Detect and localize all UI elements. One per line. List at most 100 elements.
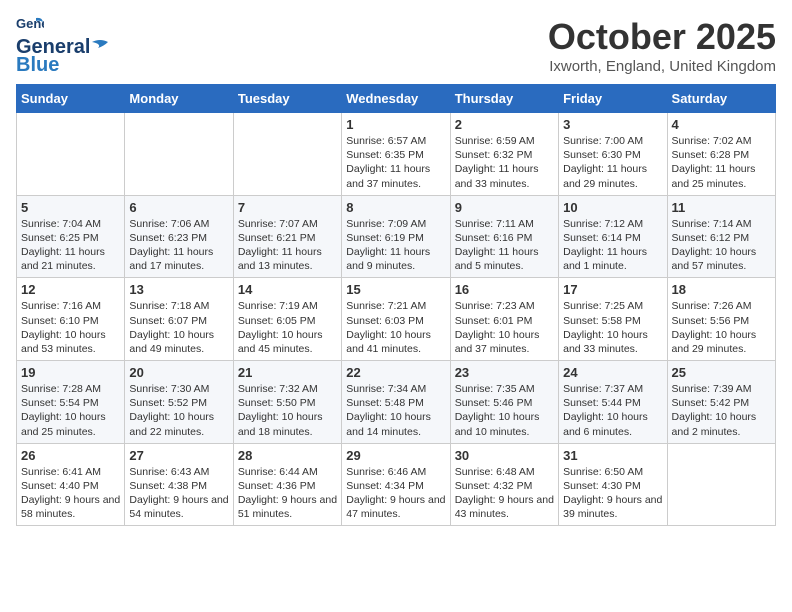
calendar-cell: 21Sunrise: 7:32 AMSunset: 5:50 PMDayligh… — [233, 361, 341, 444]
location: Ixworth, England, United Kingdom — [548, 58, 776, 75]
logo-blue: Blue — [16, 54, 114, 76]
calendar-cell — [233, 113, 341, 196]
weekday-header-saturday: Saturday — [667, 85, 775, 113]
day-info: Sunrise: 7:06 AM — [129, 217, 228, 231]
calendar-cell — [667, 443, 775, 526]
day-number: 26 — [21, 448, 120, 463]
page-header: General General Blue October 2025 Ixwort… — [16, 16, 776, 76]
day-info: Daylight: 11 hours and 21 minutes. — [21, 245, 120, 273]
day-number: 14 — [238, 282, 337, 297]
day-info: Sunrise: 7:16 AM — [21, 299, 120, 313]
weekday-header-thursday: Thursday — [450, 85, 558, 113]
logo-icon: General — [16, 16, 44, 38]
day-number: 22 — [346, 365, 445, 380]
day-info: Sunrise: 6:43 AM — [129, 465, 228, 479]
day-info: Sunset: 6:14 PM — [563, 231, 662, 245]
day-number: 8 — [346, 200, 445, 215]
day-number: 31 — [563, 448, 662, 463]
day-info: Sunrise: 7:23 AM — [455, 299, 554, 313]
day-info: Daylight: 9 hours and 43 minutes. — [455, 493, 554, 521]
day-number: 23 — [455, 365, 554, 380]
day-info: Sunset: 6:01 PM — [455, 314, 554, 328]
day-info: Sunrise: 7:26 AM — [672, 299, 771, 313]
day-info: Sunset: 6:21 PM — [238, 231, 337, 245]
calendar-cell: 8 Sunrise: 7:09 AMSunset: 6:19 PMDaylight… — [342, 195, 450, 278]
day-info: Sunrise: 6:59 AM — [455, 134, 554, 148]
day-info: Daylight: 10 hours and 45 minutes. — [238, 328, 337, 356]
day-number: 25 — [672, 365, 771, 380]
day-info: Daylight: 11 hours and 25 minutes. — [672, 162, 771, 190]
calendar-cell: 23Sunrise: 7:35 AMSunset: 5:46 PMDayligh… — [450, 361, 558, 444]
day-info: Sunset: 6:03 PM — [346, 314, 445, 328]
day-info: Sunset: 4:36 PM — [238, 479, 337, 493]
day-info: Daylight: 10 hours and 14 minutes. — [346, 410, 445, 438]
day-info: Sunrise: 7:28 AM — [21, 382, 120, 396]
calendar-week-row: 26Sunrise: 6:41 AMSunset: 4:40 PMDayligh… — [17, 443, 776, 526]
day-number: 4 — [672, 117, 771, 132]
day-info: Daylight: 9 hours and 58 minutes. — [21, 493, 120, 521]
day-info: Daylight: 9 hours and 54 minutes. — [129, 493, 228, 521]
day-info: Daylight: 11 hours and 9 minutes. — [346, 245, 445, 273]
calendar-cell: 9Sunrise: 7:11 AMSunset: 6:16 PMDaylight… — [450, 195, 558, 278]
day-info: Sunset: 6:35 PM — [346, 148, 445, 162]
calendar-cell: 16Sunrise: 7:23 AMSunset: 6:01 PMDayligh… — [450, 278, 558, 361]
calendar-week-row: 12Sunrise: 7:16 AMSunset: 6:10 PMDayligh… — [17, 278, 776, 361]
calendar-cell: 31Sunrise: 6:50 AMSunset: 4:30 PMDayligh… — [559, 443, 667, 526]
day-info: Sunset: 5:44 PM — [563, 396, 662, 410]
calendar-cell: 15Sunrise: 7:21 AMSunset: 6:03 PMDayligh… — [342, 278, 450, 361]
day-info: Daylight: 9 hours and 47 minutes. — [346, 493, 445, 521]
day-info: Daylight: 10 hours and 37 minutes. — [455, 328, 554, 356]
calendar-cell: 2Sunrise: 6:59 AMSunset: 6:32 PMDaylight… — [450, 113, 558, 196]
day-info: Sunrise: 7:07 AM — [238, 217, 337, 231]
day-info: Sunset: 6:25 PM — [21, 231, 120, 245]
day-info: Sunset: 4:32 PM — [455, 479, 554, 493]
calendar-cell: 20Sunrise: 7:30 AMSunset: 5:52 PMDayligh… — [125, 361, 233, 444]
weekday-header-friday: Friday — [559, 85, 667, 113]
day-number: 29 — [346, 448, 445, 463]
calendar-cell: 17Sunrise: 7:25 AMSunset: 5:58 PMDayligh… — [559, 278, 667, 361]
day-number: 1 — [346, 117, 445, 132]
month-title: October 2025 — [548, 16, 776, 58]
calendar-cell: 22Sunrise: 7:34 AMSunset: 5:48 PMDayligh… — [342, 361, 450, 444]
calendar-cell: 12Sunrise: 7:16 AMSunset: 6:10 PMDayligh… — [17, 278, 125, 361]
day-info: Sunrise: 6:41 AM — [21, 465, 120, 479]
day-info: Daylight: 10 hours and 18 minutes. — [238, 410, 337, 438]
day-number: 11 — [672, 200, 771, 215]
day-info: Sunset: 6:16 PM — [455, 231, 554, 245]
calendar-cell: 25Sunrise: 7:39 AMSunset: 5:42 PMDayligh… — [667, 361, 775, 444]
day-info: Sunset: 5:42 PM — [672, 396, 771, 410]
day-info: Sunrise: 7:21 AM — [346, 299, 445, 313]
day-number: 9 — [455, 200, 554, 215]
day-info: Daylight: 10 hours and 10 minutes. — [455, 410, 554, 438]
calendar-week-row: 19Sunrise: 7:28 AMSunset: 5:54 PMDayligh… — [17, 361, 776, 444]
day-number: 19 — [21, 365, 120, 380]
calendar-cell: 30Sunrise: 6:48 AMSunset: 4:32 PMDayligh… — [450, 443, 558, 526]
calendar-week-row: 5Sunrise: 7:04 AMSunset: 6:25 PMDaylight… — [17, 195, 776, 278]
day-info: Sunrise: 7:34 AM — [346, 382, 445, 396]
day-info: Sunrise: 7:19 AM — [238, 299, 337, 313]
day-info: Sunrise: 7:09 AM — [346, 217, 445, 231]
calendar-cell: 11Sunrise: 7:14 AMSunset: 6:12 PMDayligh… — [667, 195, 775, 278]
day-info: Sunset: 6:32 PM — [455, 148, 554, 162]
day-info: Sunset: 6:12 PM — [672, 231, 771, 245]
calendar-cell: 6Sunrise: 7:06 AMSunset: 6:23 PMDaylight… — [125, 195, 233, 278]
day-number: 18 — [672, 282, 771, 297]
day-info: Sunrise: 7:12 AM — [563, 217, 662, 231]
day-info: Sunrise: 7:04 AM — [21, 217, 120, 231]
day-info: Sunrise: 7:02 AM — [672, 134, 771, 148]
day-info: Sunset: 6:19 PM — [346, 231, 445, 245]
calendar-cell — [17, 113, 125, 196]
day-info: Daylight: 11 hours and 33 minutes. — [455, 162, 554, 190]
day-info: Daylight: 9 hours and 51 minutes. — [238, 493, 337, 521]
day-info: Sunset: 6:05 PM — [238, 314, 337, 328]
calendar-cell: 4Sunrise: 7:02 AMSunset: 6:28 PMDaylight… — [667, 113, 775, 196]
day-info: Sunrise: 7:39 AM — [672, 382, 771, 396]
calendar-cell: 27Sunrise: 6:43 AMSunset: 4:38 PMDayligh… — [125, 443, 233, 526]
day-info: Daylight: 10 hours and 53 minutes. — [21, 328, 120, 356]
day-info: Sunrise: 7:11 AM — [455, 217, 554, 231]
calendar-cell: 26Sunrise: 6:41 AMSunset: 4:40 PMDayligh… — [17, 443, 125, 526]
calendar-cell: 28Sunrise: 6:44 AMSunset: 4:36 PMDayligh… — [233, 443, 341, 526]
day-number: 10 — [563, 200, 662, 215]
day-info: Sunset: 6:10 PM — [21, 314, 120, 328]
day-info: Daylight: 10 hours and 22 minutes. — [129, 410, 228, 438]
